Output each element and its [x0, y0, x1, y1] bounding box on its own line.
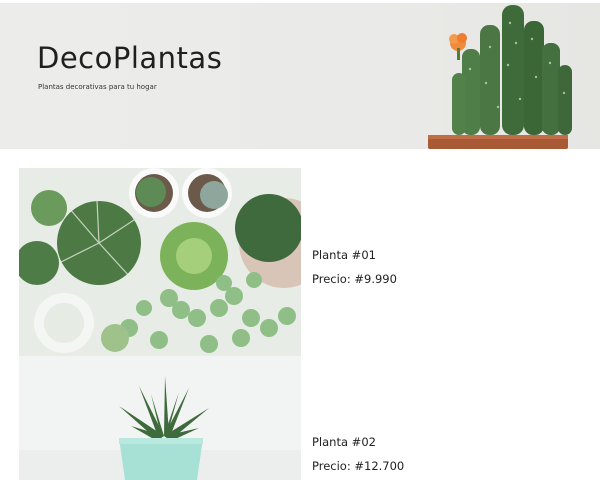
product-image-1[interactable]	[19, 168, 301, 356]
hero-banner: DecoPlantas Plantas decorativas para tu …	[0, 3, 600, 149]
site-tagline: Plantas decorativas para tu hogar	[38, 83, 157, 91]
product-name: Planta #02	[312, 435, 376, 449]
potted-succulent-image	[19, 356, 301, 480]
site-title: DecoPlantas	[37, 41, 223, 75]
cactus-hero-image	[428, 5, 572, 149]
product-price: Precio: #9.990	[312, 272, 397, 286]
product-price: Precio: #12.700	[312, 459, 405, 473]
product-image-2[interactable]	[19, 356, 301, 480]
product-info-1: Planta #01 Precio: #9.990	[312, 248, 397, 286]
product-name: Planta #01	[312, 248, 376, 262]
succulents-arrangement-image	[19, 168, 301, 356]
product-info-2: Planta #02 Precio: #12.700	[312, 435, 404, 473]
